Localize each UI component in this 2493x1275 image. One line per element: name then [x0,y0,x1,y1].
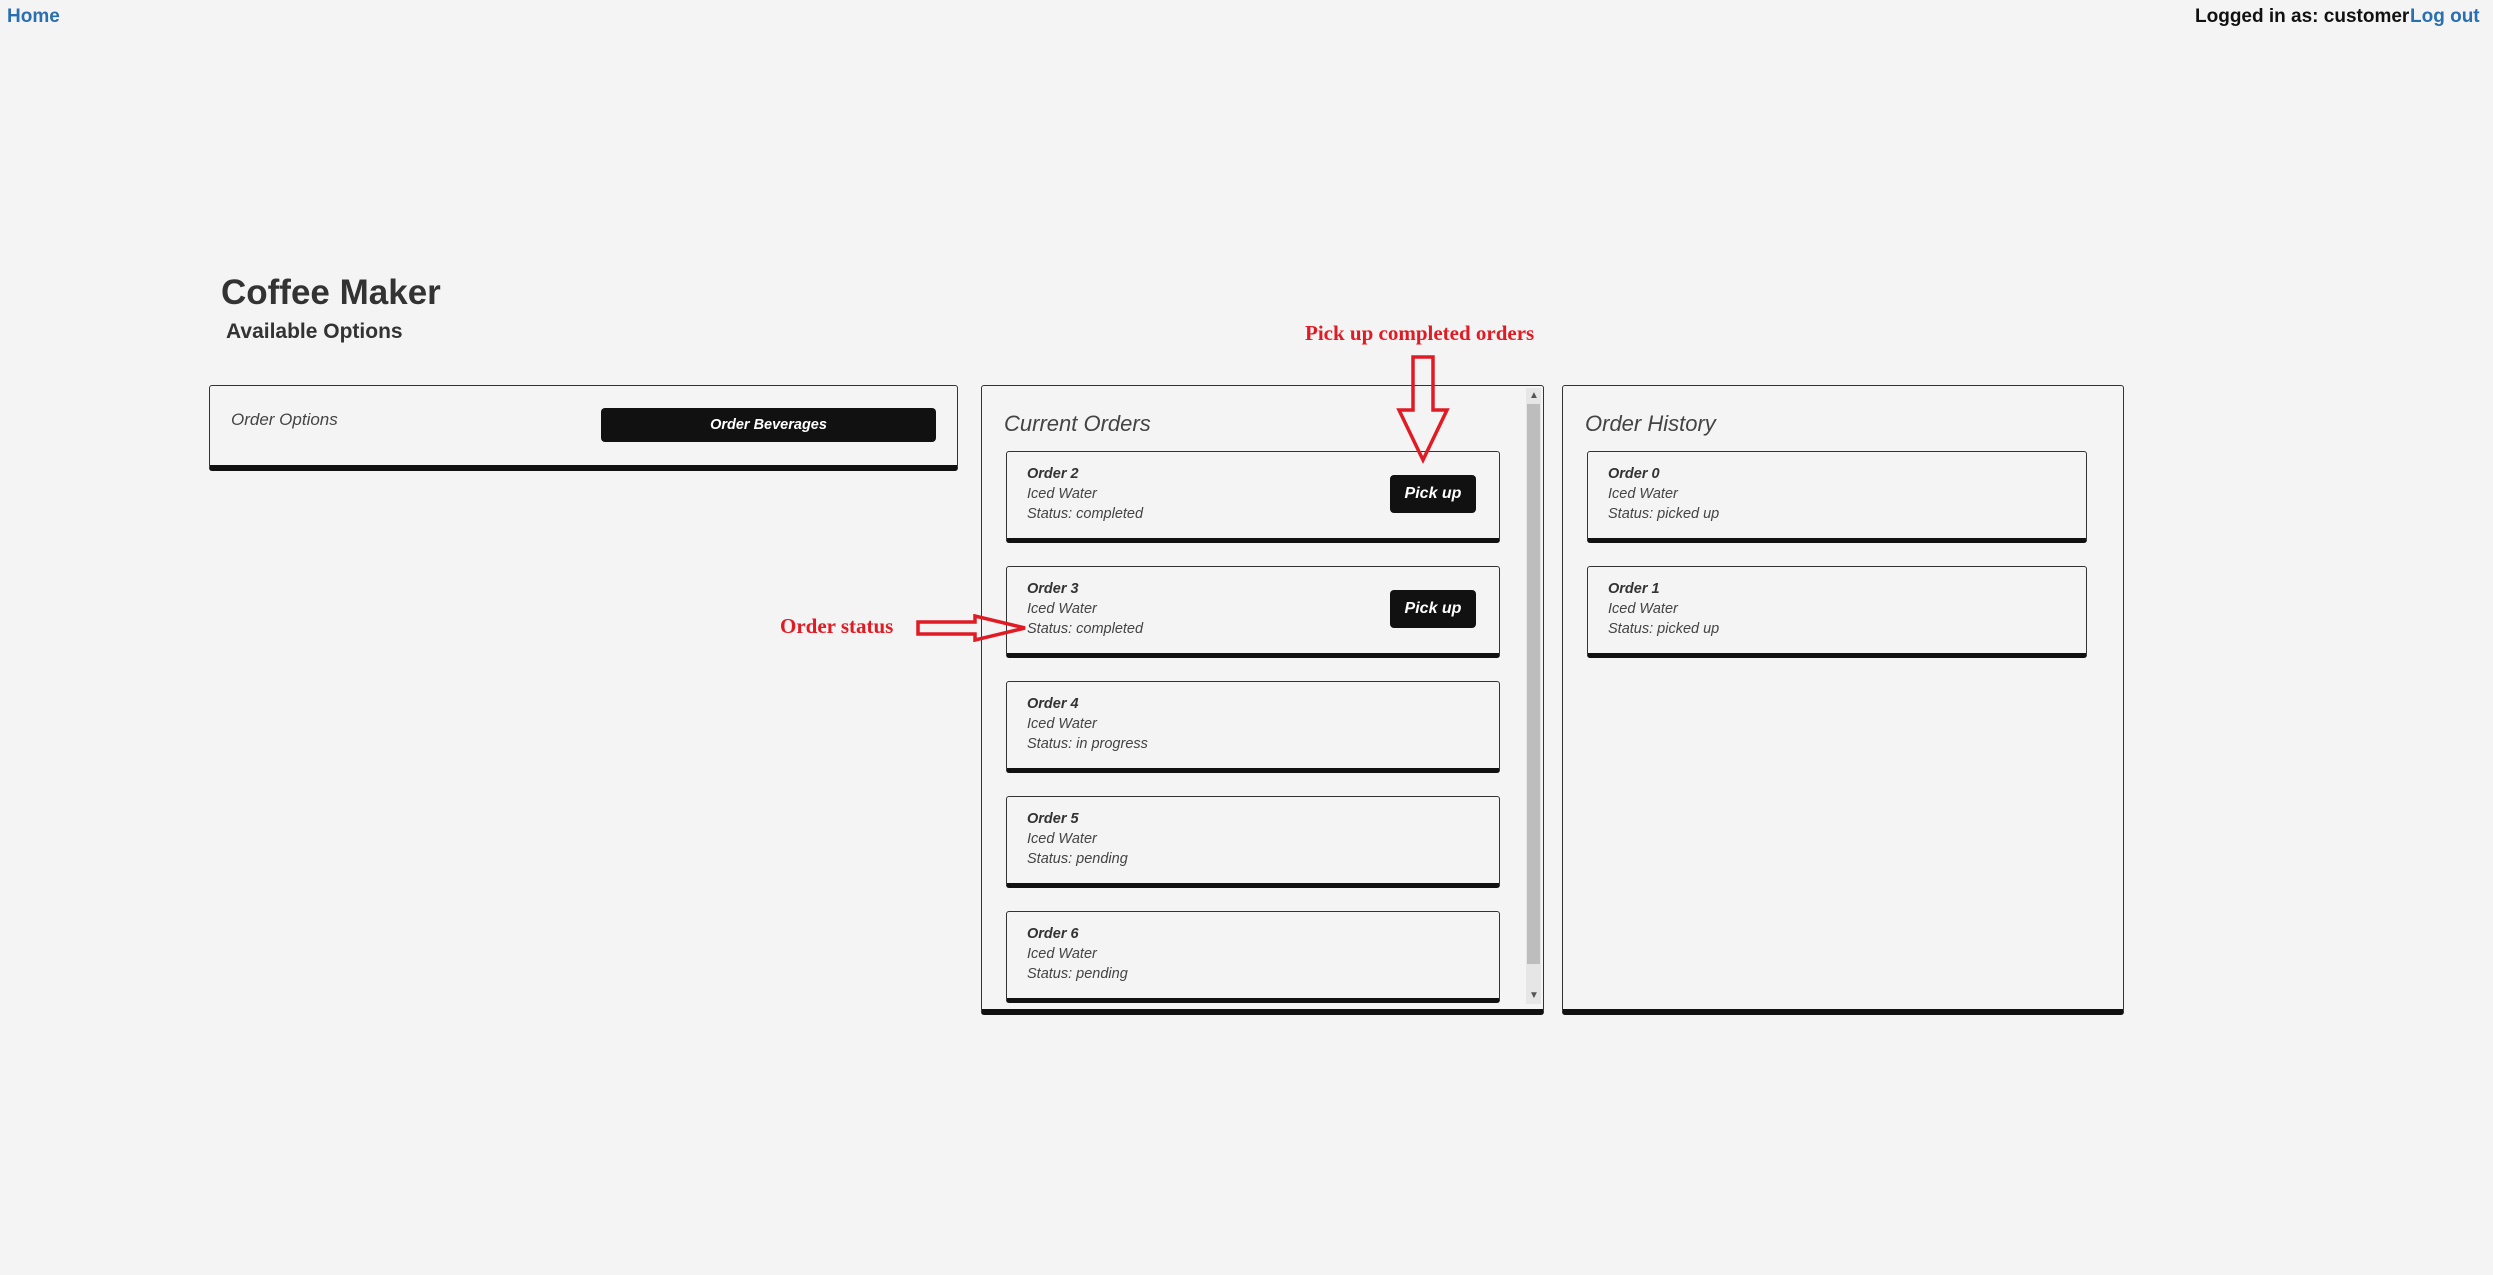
history-order-item: Iced Water [1608,601,1678,617]
order-card: Order 5 Iced Water Status: pending [1006,796,1500,888]
order-item: Iced Water [1027,486,1097,502]
history-order-status: Status: picked up [1608,506,1720,522]
order-history-panel: Order History Order 0 Iced Water Status: p… [1562,385,2124,1015]
down-arrow-icon [1396,355,1450,465]
scrollbar-thumb[interactable] [1527,404,1540,964]
order-status: Status: in progress [1027,736,1148,752]
logout-link[interactable]: Log out [2410,6,2480,28]
order-title: Order 2 [1027,466,1079,482]
order-card: Order 6 Iced Water Status: pending [1006,911,1500,1003]
scrollbar[interactable]: ▲ ▼ [1526,388,1541,1004]
order-item: Iced Water [1027,716,1097,732]
history-order-status: Status: picked up [1608,621,1720,637]
order-item: Iced Water [1027,601,1097,617]
order-title: Order 4 [1027,696,1079,712]
scroll-up-icon[interactable]: ▲ [1529,390,1539,402]
order-beverages-button[interactable]: Order Beverages [601,408,936,442]
history-order-title: Order 0 [1608,466,1660,482]
order-status: Status: pending [1027,851,1128,867]
pick-up-button[interactable]: Pick up [1390,475,1476,513]
order-item: Iced Water [1027,946,1097,962]
history-order-item: Iced Water [1608,486,1678,502]
home-link[interactable]: Home [7,6,60,28]
current-orders-title: Current Orders [1004,411,1151,436]
history-card: Order 0 Iced Water Status: picked up [1587,451,2087,543]
right-arrow-icon [916,614,1026,642]
order-status: Status: pending [1027,966,1128,982]
logged-in-label: Logged in as: customer [2195,6,2410,27]
order-history-title: Order History [1585,411,1716,436]
order-card: Order 4 Iced Water Status: in progress [1006,681,1500,773]
order-item: Iced Water [1027,831,1097,847]
history-card: Order 1 Iced Water Status: picked up [1587,566,2087,658]
order-title: Order 5 [1027,811,1079,827]
order-options-label: Order Options [231,410,338,429]
history-order-title: Order 1 [1608,581,1660,597]
order-title: Order 3 [1027,581,1079,597]
page-subtitle: Available Options [226,320,403,343]
order-options-panel: Order Options Order Beverages [209,385,958,471]
order-status: Status: completed [1027,621,1144,637]
order-title: Order 6 [1027,926,1079,942]
page-title: Coffee Maker [221,273,441,312]
scroll-down-icon[interactable]: ▼ [1529,990,1539,1002]
order-card: Order 3 Iced Water Status: completed Pick u… [1006,566,1500,658]
order-status: Status: completed [1027,506,1144,522]
pick-up-button[interactable]: Pick up [1390,590,1476,628]
status-annotation: Order status [780,614,894,638]
pickup-annotation: Pick up completed orders [1305,321,1535,345]
current-orders-panel: Current Orders Order 2 Iced Water Status: … [981,385,1544,1015]
